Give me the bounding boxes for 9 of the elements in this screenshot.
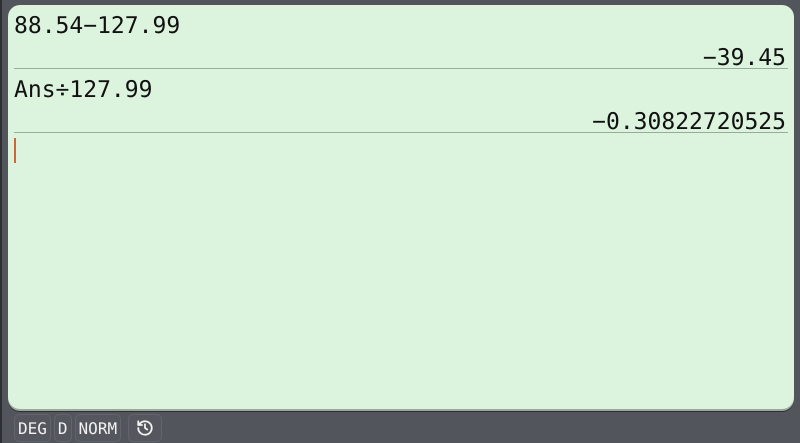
expression-text: Ans÷127.99 xyxy=(14,77,152,103)
mode-button[interactable]: NORM xyxy=(74,414,122,442)
result-text: −0.30822720525 xyxy=(592,109,786,135)
history-icon xyxy=(136,419,154,437)
mode-button[interactable]: D xyxy=(54,414,72,442)
result-text: −39.45 xyxy=(702,45,786,71)
expression-text: 88.54−127.99 xyxy=(14,13,180,39)
mode-button[interactable]: DEG xyxy=(14,414,51,442)
history-button[interactable] xyxy=(128,414,162,442)
